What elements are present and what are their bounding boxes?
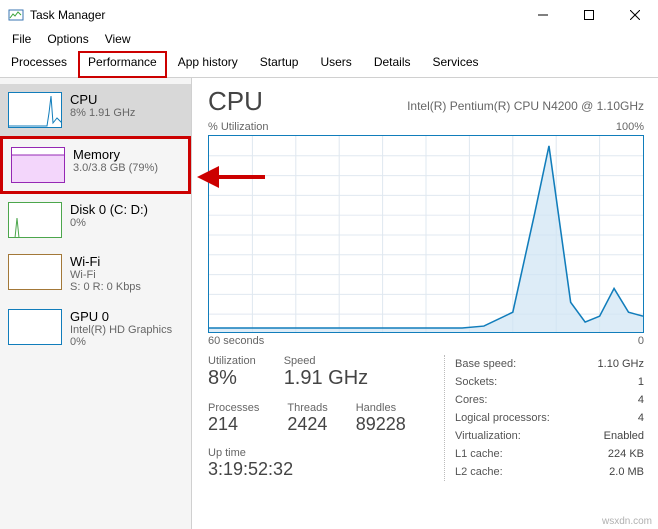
sidebar-wifi-label: Wi-Fi: [70, 254, 141, 269]
uptime-label: Up time: [208, 447, 436, 459]
processes-value: 214: [208, 414, 259, 435]
menu-view[interactable]: View: [97, 30, 139, 50]
tab-details[interactable]: Details: [363, 50, 422, 77]
sidebar-gpu-sub2: 0%: [70, 336, 172, 348]
tab-bar: Processes Performance App history Startu…: [0, 50, 658, 78]
chart-label-right: 100%: [616, 121, 644, 133]
window-title: Task Manager: [30, 8, 520, 22]
virtualization-label: Virtualization:: [455, 427, 521, 445]
window-controls: [520, 0, 658, 30]
tab-processes[interactable]: Processes: [0, 50, 78, 77]
tab-performance[interactable]: Performance: [78, 51, 167, 78]
virtualization-value: Enabled: [604, 427, 644, 445]
threads-label: Threads: [287, 402, 327, 414]
sidebar-item-cpu[interactable]: CPU 8% 1.91 GHz: [0, 84, 191, 136]
main-panel: CPU Intel(R) Pentium(R) CPU N4200 @ 1.10…: [192, 78, 658, 529]
l2-label: L2 cache:: [455, 463, 503, 481]
minimize-button[interactable]: [520, 0, 566, 30]
logical-label: Logical processors:: [455, 409, 550, 427]
sidebar-gpu-sub1: Intel(R) HD Graphics: [70, 324, 172, 336]
sidebar-item-wifi[interactable]: Wi-Fi Wi-Fi S: 0 R: 0 Kbps: [0, 246, 191, 301]
base-speed-value: 1.10 GHz: [598, 355, 644, 373]
chart-label-bl: 60 seconds: [208, 335, 264, 347]
sidebar-item-memory[interactable]: Memory 3.0/3.8 GB (79%): [0, 136, 191, 194]
menu-bar: File Options View: [0, 30, 658, 50]
utilization-value: 8%: [208, 367, 256, 390]
sidebar-item-disk[interactable]: Disk 0 (C: D:) 0%: [0, 194, 191, 246]
chart-label-br: 0: [638, 335, 644, 347]
sockets-value: 1: [638, 373, 644, 391]
sockets-label: Sockets:: [455, 373, 497, 391]
sidebar-memory-sub: 3.0/3.8 GB (79%): [73, 162, 158, 174]
cores-value: 4: [638, 391, 644, 409]
speed-label: Speed: [284, 355, 368, 367]
chart-label-left: % Utilization: [208, 121, 269, 133]
menu-file[interactable]: File: [4, 30, 39, 50]
watermark: wsxdn.com: [602, 516, 652, 527]
logical-value: 4: [638, 409, 644, 427]
tab-app-history[interactable]: App history: [167, 50, 249, 77]
l1-value: 224 KB: [608, 445, 644, 463]
close-button[interactable]: [612, 0, 658, 30]
sidebar-wifi-sub2: S: 0 R: 0 Kbps: [70, 281, 141, 293]
maximize-button[interactable]: [566, 0, 612, 30]
sidebar-disk-label: Disk 0 (C: D:): [70, 202, 148, 217]
l1-label: L1 cache:: [455, 445, 503, 463]
cores-label: Cores:: [455, 391, 487, 409]
content-area: CPU 8% 1.91 GHz Memory 3.0/3.8 GB (79%) …: [0, 78, 658, 529]
handles-value: 89228: [356, 414, 406, 435]
speed-value: 1.91 GHz: [284, 367, 368, 390]
utilization-chart: [208, 135, 644, 333]
disk-thumb-icon: [8, 202, 62, 238]
sidebar-wifi-sub1: Wi-Fi: [70, 269, 141, 281]
gpu-thumb-icon: [8, 309, 62, 345]
menu-options[interactable]: Options: [39, 30, 96, 50]
sidebar-disk-sub: 0%: [70, 217, 148, 229]
title-bar: Task Manager: [0, 0, 658, 30]
app-icon: [8, 7, 24, 23]
sidebar-cpu-label: CPU: [70, 92, 135, 107]
tab-services[interactable]: Services: [422, 50, 490, 77]
sidebar-gpu-label: GPU 0: [70, 309, 172, 324]
device-name: Intel(R) Pentium(R) CPU N4200 @ 1.10GHz: [407, 99, 644, 113]
tab-users[interactable]: Users: [309, 50, 362, 77]
wifi-thumb-icon: [8, 254, 62, 290]
handles-label: Handles: [356, 402, 406, 414]
l2-value: 2.0 MB: [609, 463, 644, 481]
cpu-thumb-icon: [8, 92, 62, 128]
utilization-label: Utilization: [208, 355, 256, 367]
tab-startup[interactable]: Startup: [249, 50, 310, 77]
sidebar-item-gpu[interactable]: GPU 0 Intel(R) HD Graphics 0%: [0, 301, 191, 356]
processes-label: Processes: [208, 402, 259, 414]
page-title: CPU: [208, 86, 263, 117]
memory-thumb-icon: [11, 147, 65, 183]
uptime-value: 3:19:52:32: [208, 459, 436, 480]
sidebar: CPU 8% 1.91 GHz Memory 3.0/3.8 GB (79%) …: [0, 78, 192, 529]
threads-value: 2424: [287, 414, 327, 435]
base-speed-label: Base speed:: [455, 355, 516, 373]
sidebar-cpu-sub: 8% 1.91 GHz: [70, 107, 135, 119]
sidebar-memory-label: Memory: [73, 147, 158, 162]
